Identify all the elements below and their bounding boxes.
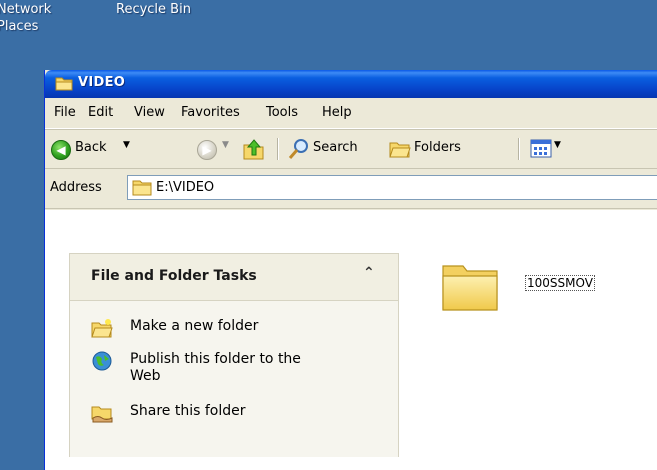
new-folder-icon (91, 319, 113, 338)
views-icon[interactable] (530, 139, 552, 158)
folders-icon[interactable] (389, 139, 411, 159)
menu-bar: File Edit View Favorites Tools Help (45, 98, 657, 129)
views-dropdown-arrow[interactable]: ▼ (554, 140, 561, 150)
menu-file[interactable]: File (54, 105, 76, 120)
menu-favorites[interactable]: Favorites (181, 105, 240, 120)
menu-edit[interactable]: Edit (88, 105, 113, 120)
back-dropdown-arrow[interactable]: ▼ (123, 140, 130, 150)
address-label: Address (50, 180, 102, 195)
forward-arrow-icon[interactable]: ▶ (197, 140, 217, 160)
folder-icon (132, 180, 152, 196)
search-button-label[interactable]: Search (313, 140, 358, 155)
forward-dropdown-arrow[interactable]: ▼ (222, 140, 229, 150)
menu-tools[interactable]: Tools (266, 105, 298, 120)
search-icon[interactable] (288, 138, 310, 160)
back-arrow-icon[interactable]: ◀ (51, 140, 71, 160)
task-label: Make a new folder (130, 318, 259, 334)
task-panel-title: File and Folder Tasks (91, 268, 257, 284)
toolbar: ◀ Back ▼ ▶ ▼ Search Folders ▼ (45, 130, 657, 169)
address-bar: Address E:\VIDEO (45, 170, 657, 209)
task-label-line2: Web (130, 368, 161, 384)
menu-view[interactable]: View (134, 105, 165, 120)
explorer-window: VIDEO File Edit View Favorites Tools Hel… (44, 70, 657, 470)
title-bar[interactable]: VIDEO (45, 70, 657, 98)
toolbar-separator (518, 138, 519, 160)
task-panel-body: Make a new folder Publish this folder to… (70, 301, 398, 457)
back-button-label[interactable]: Back (75, 140, 107, 155)
window-title: VIDEO (78, 75, 126, 90)
folders-button-label[interactable]: Folders (414, 140, 461, 155)
address-input[interactable]: E:\VIDEO (127, 175, 657, 200)
share-folder-icon (91, 406, 113, 423)
desktop-icon-network-places-label[interactable]: Network (0, 2, 51, 18)
desktop-icon-recycle-bin-label[interactable]: Recycle Bin (116, 2, 191, 18)
globe-icon (92, 351, 112, 371)
folder-icon[interactable] (439, 258, 503, 314)
toolbar-separator (277, 138, 278, 160)
folder-name-label[interactable]: 100SSMOV (525, 275, 595, 291)
file-and-folder-tasks-panel: File and Folder Tasks ⌃ Make a new folde… (69, 253, 399, 457)
task-label: Share this folder (130, 403, 246, 419)
task-panel-header[interactable]: File and Folder Tasks ⌃ (70, 254, 398, 301)
folder-icon (55, 77, 73, 91)
menu-help[interactable]: Help (322, 105, 352, 120)
up-folder-icon[interactable] (242, 137, 266, 161)
task-label-line1: Publish this folder to the (130, 351, 301, 367)
address-value: E:\VIDEO (156, 180, 215, 195)
desktop-icon-network-places-label-line2[interactable]: Places (0, 19, 38, 35)
collapse-chevron-icon[interactable]: ⌃ (363, 265, 375, 281)
content-area: File and Folder Tasks ⌃ Make a new folde… (45, 210, 657, 470)
